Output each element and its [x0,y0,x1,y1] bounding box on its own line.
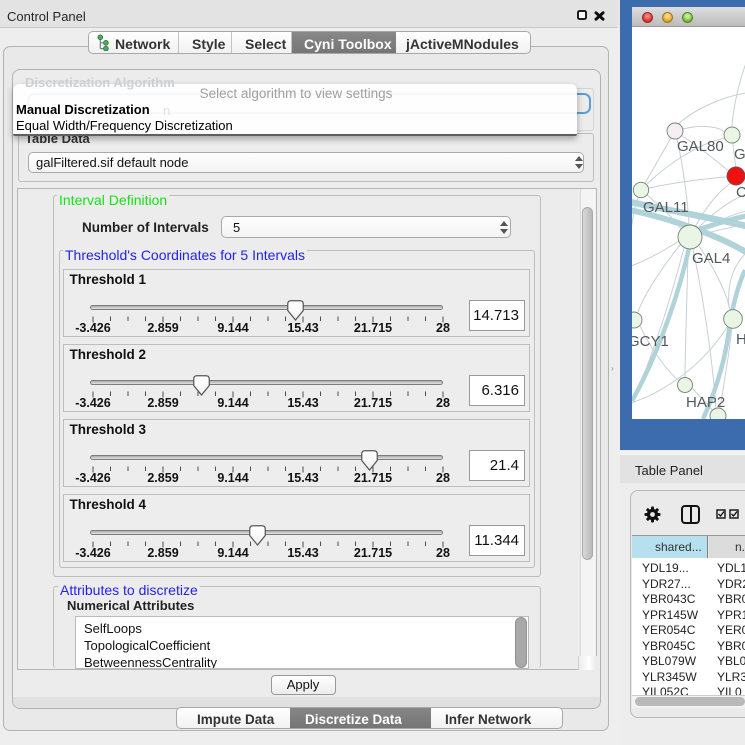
svg-text:GAL11: GAL11 [643,199,689,216]
svg-text:GCY1: GCY1 [632,333,669,350]
svg-text:H: H [736,331,745,348]
svg-text:C: C [736,184,745,201]
svg-text:GAL80: GAL80 [677,138,724,155]
svg-text:HAP2: HAP2 [686,394,725,411]
svg-text:GAL4: GAL4 [692,250,730,267]
svg-text:GA: GA [734,146,745,163]
